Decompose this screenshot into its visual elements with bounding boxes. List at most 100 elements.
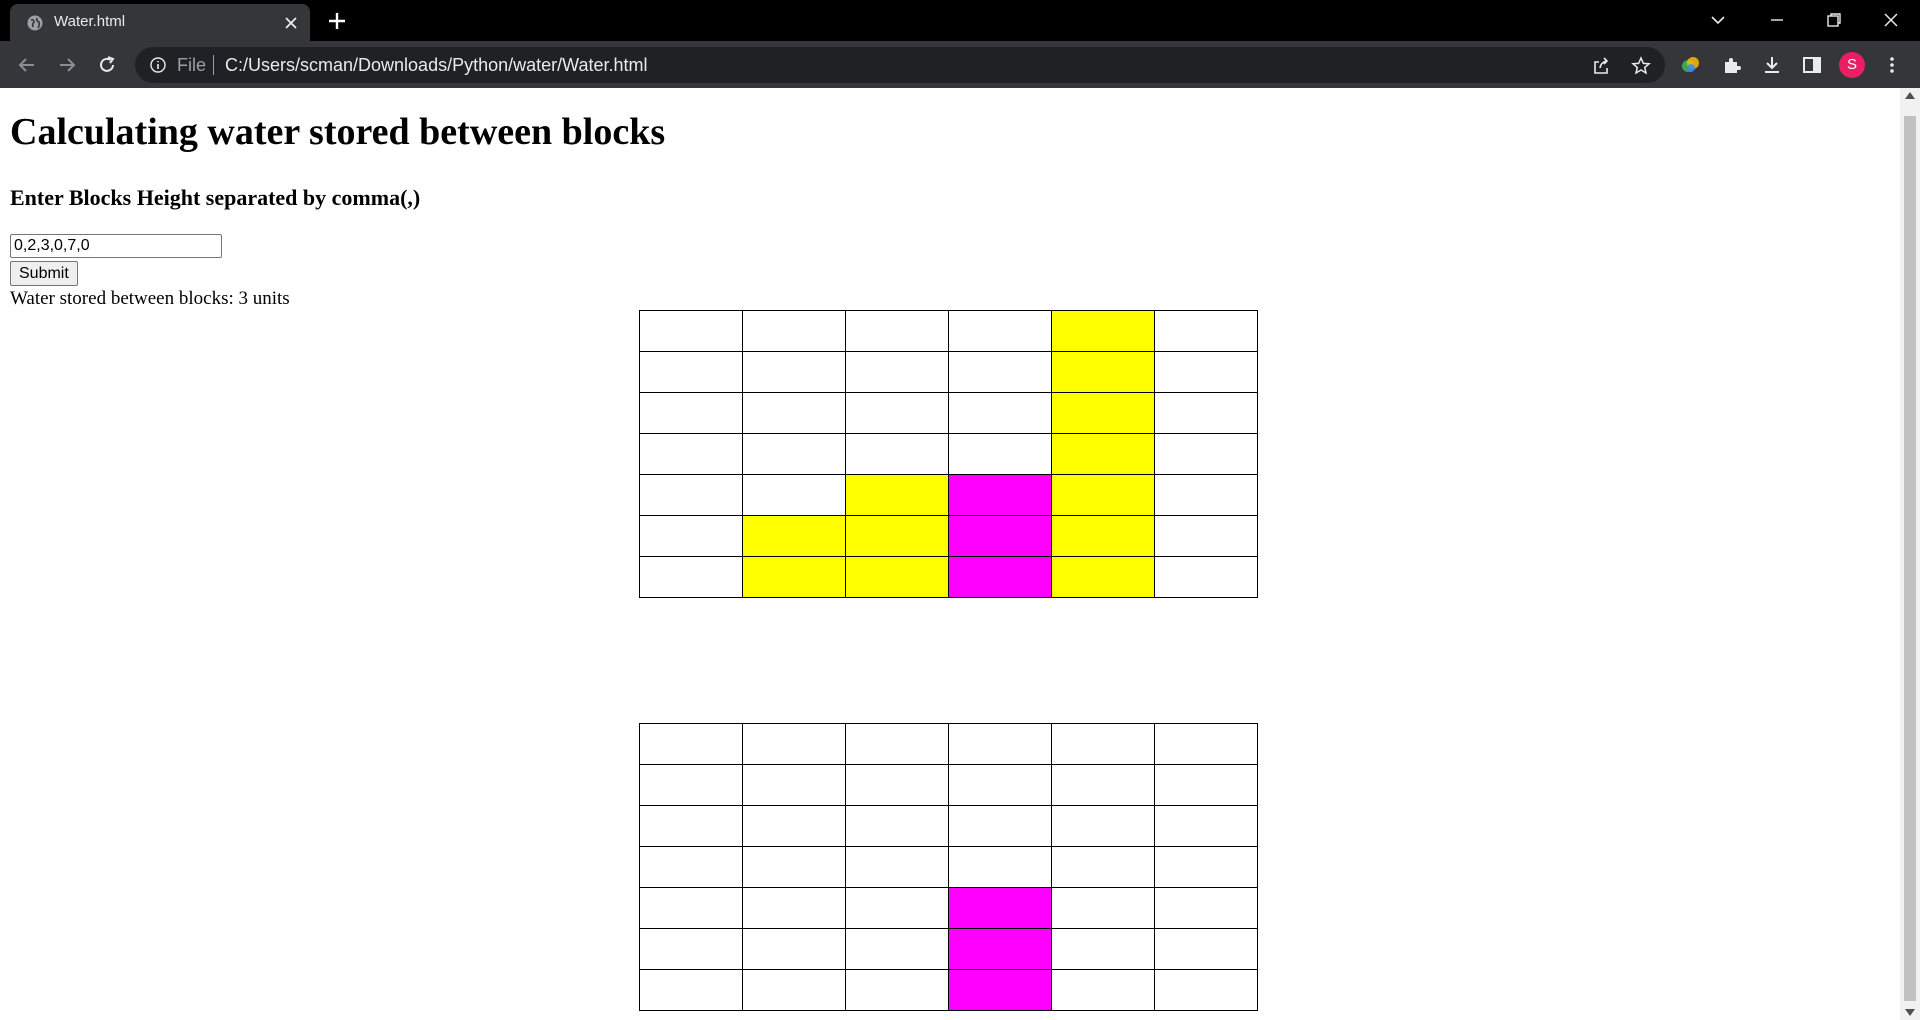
grid-cell-empty [1154,969,1258,1011]
grid-cell-empty [639,392,743,434]
grid-cell-empty [1051,805,1155,847]
address-separator [213,55,214,75]
grid-cell-empty [639,433,743,475]
grid-cell-empty [639,474,743,516]
site-info-icon[interactable] [149,56,167,74]
grid-cell-empty [1051,969,1155,1011]
scrollbar-thumb[interactable] [1904,116,1916,1001]
grid-cell-empty [639,723,743,765]
close-window-icon[interactable] [1879,8,1903,32]
grid-cell-empty [639,351,743,393]
page-title: Calculating water stored between blocks [10,111,666,153]
grid-cell-empty [1154,474,1258,516]
back-icon[interactable] [15,53,39,77]
grid-cell-empty [742,764,846,806]
grid-cell-empty [845,310,949,352]
grid-row [639,556,1258,598]
grid-cell-empty [948,310,1052,352]
grid-cell-empty [639,805,743,847]
close-tab-icon[interactable] [282,14,300,32]
block-heights-input[interactable] [10,234,222,258]
grid-row [639,310,1258,352]
scroll-up-arrow-icon[interactable] [1905,92,1915,99]
grid-cell-empty [639,846,743,888]
grid-cell-water [948,887,1052,929]
grid-cell-block [1051,392,1155,434]
grid-cell-empty [845,846,949,888]
grid-cell-empty [742,392,846,434]
grid-row [639,351,1258,393]
grid-cell-empty [948,764,1052,806]
grid-cell-empty [742,433,846,475]
grid-cell-empty [639,515,743,557]
grid-row [639,723,1258,765]
url-text[interactable]: C:/Users/scman/Downloads/Python/water/Wa… [225,55,647,76]
globe-icon [27,15,43,31]
grid-cell-block [845,515,949,557]
reload-icon[interactable] [95,53,119,77]
grid-cell-empty [845,887,949,929]
grid-cell-empty [742,351,846,393]
submit-button[interactable]: Submit [10,261,78,286]
scroll-down-arrow-icon[interactable] [1905,1009,1915,1016]
grid-cell-empty [845,433,949,475]
grid-cell-empty [1154,887,1258,929]
extensions-puzzle-icon[interactable] [1720,53,1744,77]
grid-cell-empty [639,310,743,352]
grid-cell-empty [1051,887,1155,929]
grid-cell-empty [845,351,949,393]
grid-cell-empty [1154,433,1258,475]
grid-cell-block [1051,310,1155,352]
grid-cell-block [742,515,846,557]
page-viewport: Calculating water stored between blocks … [0,88,1900,1020]
grid-cell-empty [742,887,846,929]
grid-cell-empty [948,805,1052,847]
side-panel-icon[interactable] [1800,53,1824,77]
more-menu-icon[interactable] [1880,53,1904,77]
profile-avatar[interactable]: S [1839,52,1865,78]
share-icon[interactable] [1591,56,1611,76]
tab-search-icon[interactable] [1706,8,1730,32]
new-tab-icon[interactable] [326,10,348,32]
grid-row [639,887,1258,929]
grid-cell-empty [1154,764,1258,806]
result-text: Water stored between blocks: 3 units [10,288,290,309]
download-icon[interactable] [1760,53,1784,77]
grid-cell-water [948,474,1052,516]
bookmark-star-icon[interactable] [1631,56,1651,76]
grid-row [639,474,1258,516]
browser-toolbar: File C:/Users/scman/Downloads/Python/wat… [0,41,1920,88]
blocks-and-water-grid [639,310,1258,598]
tab-title: Water.html [54,13,126,30]
grid-cell-empty [742,928,846,970]
forward-icon[interactable] [55,53,79,77]
grid-cell-empty [948,846,1052,888]
grid-cell-empty [845,928,949,970]
grid-cell-empty [742,805,846,847]
grid-cell-block [845,474,949,516]
grid-row [639,969,1258,1011]
grid-cell-block [742,556,846,598]
extension-colorful-icon[interactable] [1679,53,1703,77]
url-scheme-label: File [177,55,207,75]
grid-cell-empty [1051,764,1155,806]
vertical-scrollbar[interactable] [1900,88,1920,1020]
browser-tab[interactable]: Water.html [10,4,310,41]
grid-cell-empty [742,310,846,352]
grid-cell-empty [742,969,846,1011]
grid-row [639,433,1258,475]
grid-cell-empty [845,392,949,434]
restore-icon[interactable] [1822,8,1846,32]
grid-row [639,515,1258,557]
grid-cell-empty [742,723,846,765]
minimize-icon[interactable] [1765,8,1789,32]
grid-cell-block [1051,433,1155,475]
grid-cell-empty [948,351,1052,393]
grid-cell-empty [639,556,743,598]
grid-cell-empty [845,805,949,847]
grid-cell-empty [948,723,1052,765]
grid-cell-empty [639,887,743,929]
grid-row [639,764,1258,806]
address-bar[interactable]: File C:/Users/scman/Downloads/Python/wat… [135,47,1665,83]
grid-cell-empty [1051,846,1155,888]
